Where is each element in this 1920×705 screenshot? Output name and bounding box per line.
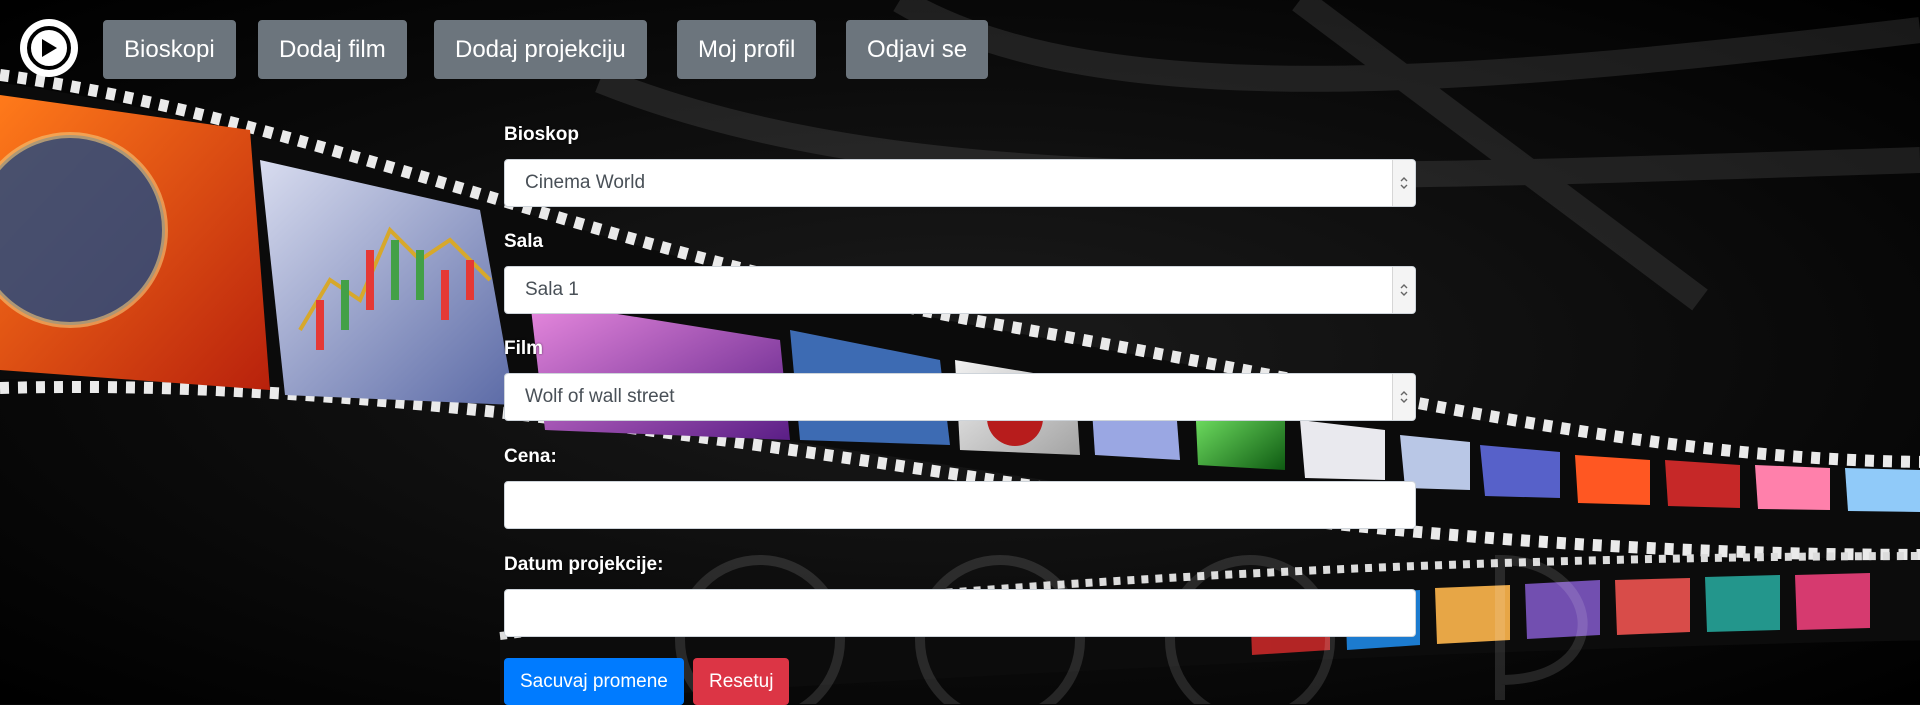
sala-label: Sala xyxy=(504,231,544,252)
chevron-down-icon[interactable] xyxy=(1392,267,1415,313)
sala-select[interactable]: Sala 1 xyxy=(504,266,1416,314)
bioskop-select[interactable]: Cinema World xyxy=(504,159,1416,207)
film-select[interactable]: Wolf of wall street xyxy=(504,373,1416,421)
chevron-down-icon[interactable] xyxy=(1392,160,1415,206)
navbar: Bioskopi Dodaj film Dodaj projekciju Moj… xyxy=(0,0,1920,100)
film-label: Film xyxy=(504,338,544,359)
nav-dodaj-projekciju-button[interactable]: Dodaj projekciju xyxy=(434,20,647,79)
bioskop-select-value: Cinema World xyxy=(525,172,646,193)
reset-button[interactable]: Resetuj xyxy=(693,658,790,705)
nav-odjavi-se-button[interactable]: Odjavi se xyxy=(846,20,989,79)
play-circle-icon xyxy=(27,26,71,70)
home-logo[interactable] xyxy=(20,19,78,77)
datum-projekcije-input[interactable] xyxy=(504,589,1416,637)
cena-input[interactable] xyxy=(504,481,1416,529)
cena-label: Cena: xyxy=(504,446,557,467)
chevron-down-icon[interactable] xyxy=(1392,374,1415,420)
nav-moj-profil-button[interactable]: Moj profil xyxy=(677,20,817,79)
nav-bioskopi-button[interactable]: Bioskopi xyxy=(103,20,236,79)
sala-select-value: Sala 1 xyxy=(525,279,579,300)
film-select-value: Wolf of wall street xyxy=(525,386,675,407)
save-button[interactable]: Sacuvaj promene xyxy=(504,658,684,705)
nav-dodaj-film-button[interactable]: Dodaj film xyxy=(258,20,407,79)
datum-projekcije-label: Datum projekcije: xyxy=(504,554,664,575)
bioskop-label: Bioskop xyxy=(504,124,579,145)
